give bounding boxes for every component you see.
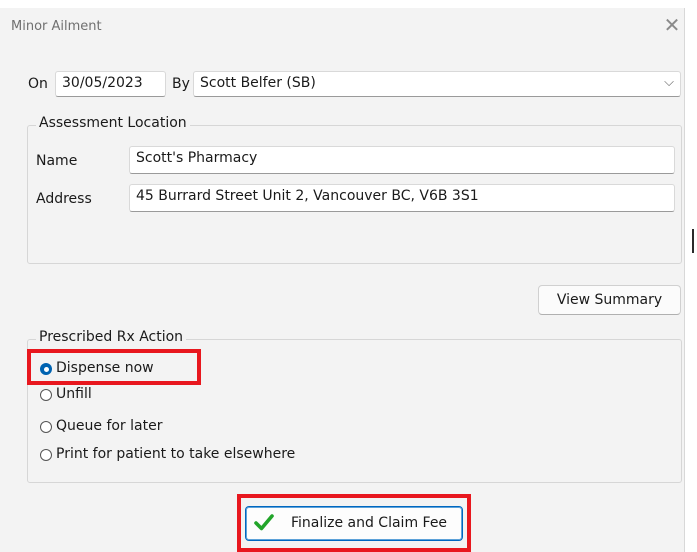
title-bar: Minor Ailment ✕	[0, 8, 684, 44]
assessment-location-title: Assessment Location	[36, 115, 190, 131]
by-dropdown[interactable]: Scott Belfer (SB) ⌵	[193, 71, 681, 97]
address-field[interactable]: 45 Burrard Street Unit 2, Vancouver BC, …	[129, 184, 675, 212]
radio-label-print-for-patient: Print for patient to take elsewhere	[56, 446, 296, 462]
by-label: By	[172, 76, 190, 92]
minor-ailment-dialog: Minor Ailment ✕ On 30/05/2023 By Scott B…	[0, 8, 685, 552]
view-summary-button[interactable]: View Summary	[538, 285, 681, 315]
address-value: 45 Burrard Street Unit 2, Vancouver BC, …	[136, 188, 479, 204]
on-label: On	[28, 76, 48, 92]
radio-label-queue-for-later: Queue for later	[56, 418, 163, 434]
date-value: 30/05/2023	[62, 75, 143, 91]
radio-unchecked-icon	[40, 421, 52, 433]
window-edge-marker	[692, 229, 694, 253]
chevron-down-icon: ⌵	[664, 75, 674, 90]
highlight-box-finalize	[237, 494, 471, 552]
highlight-box-dispense	[27, 349, 201, 385]
dialog-title: Minor Ailment	[11, 19, 102, 34]
name-value: Scott's Pharmacy	[136, 150, 258, 166]
radio-unchecked-icon	[40, 389, 52, 401]
prescribed-rx-action-title: Prescribed Rx Action	[36, 329, 187, 345]
radio-label-unfill: Unfill	[56, 386, 92, 402]
name-field[interactable]: Scott's Pharmacy	[129, 146, 675, 174]
name-label: Name	[36, 153, 78, 169]
address-label: Address	[36, 191, 92, 207]
radio-unchecked-icon	[40, 449, 52, 461]
close-icon[interactable]: ✕	[660, 13, 684, 37]
by-value: Scott Belfer (SB)	[200, 75, 316, 91]
date-field[interactable]: 30/05/2023	[55, 71, 166, 97]
